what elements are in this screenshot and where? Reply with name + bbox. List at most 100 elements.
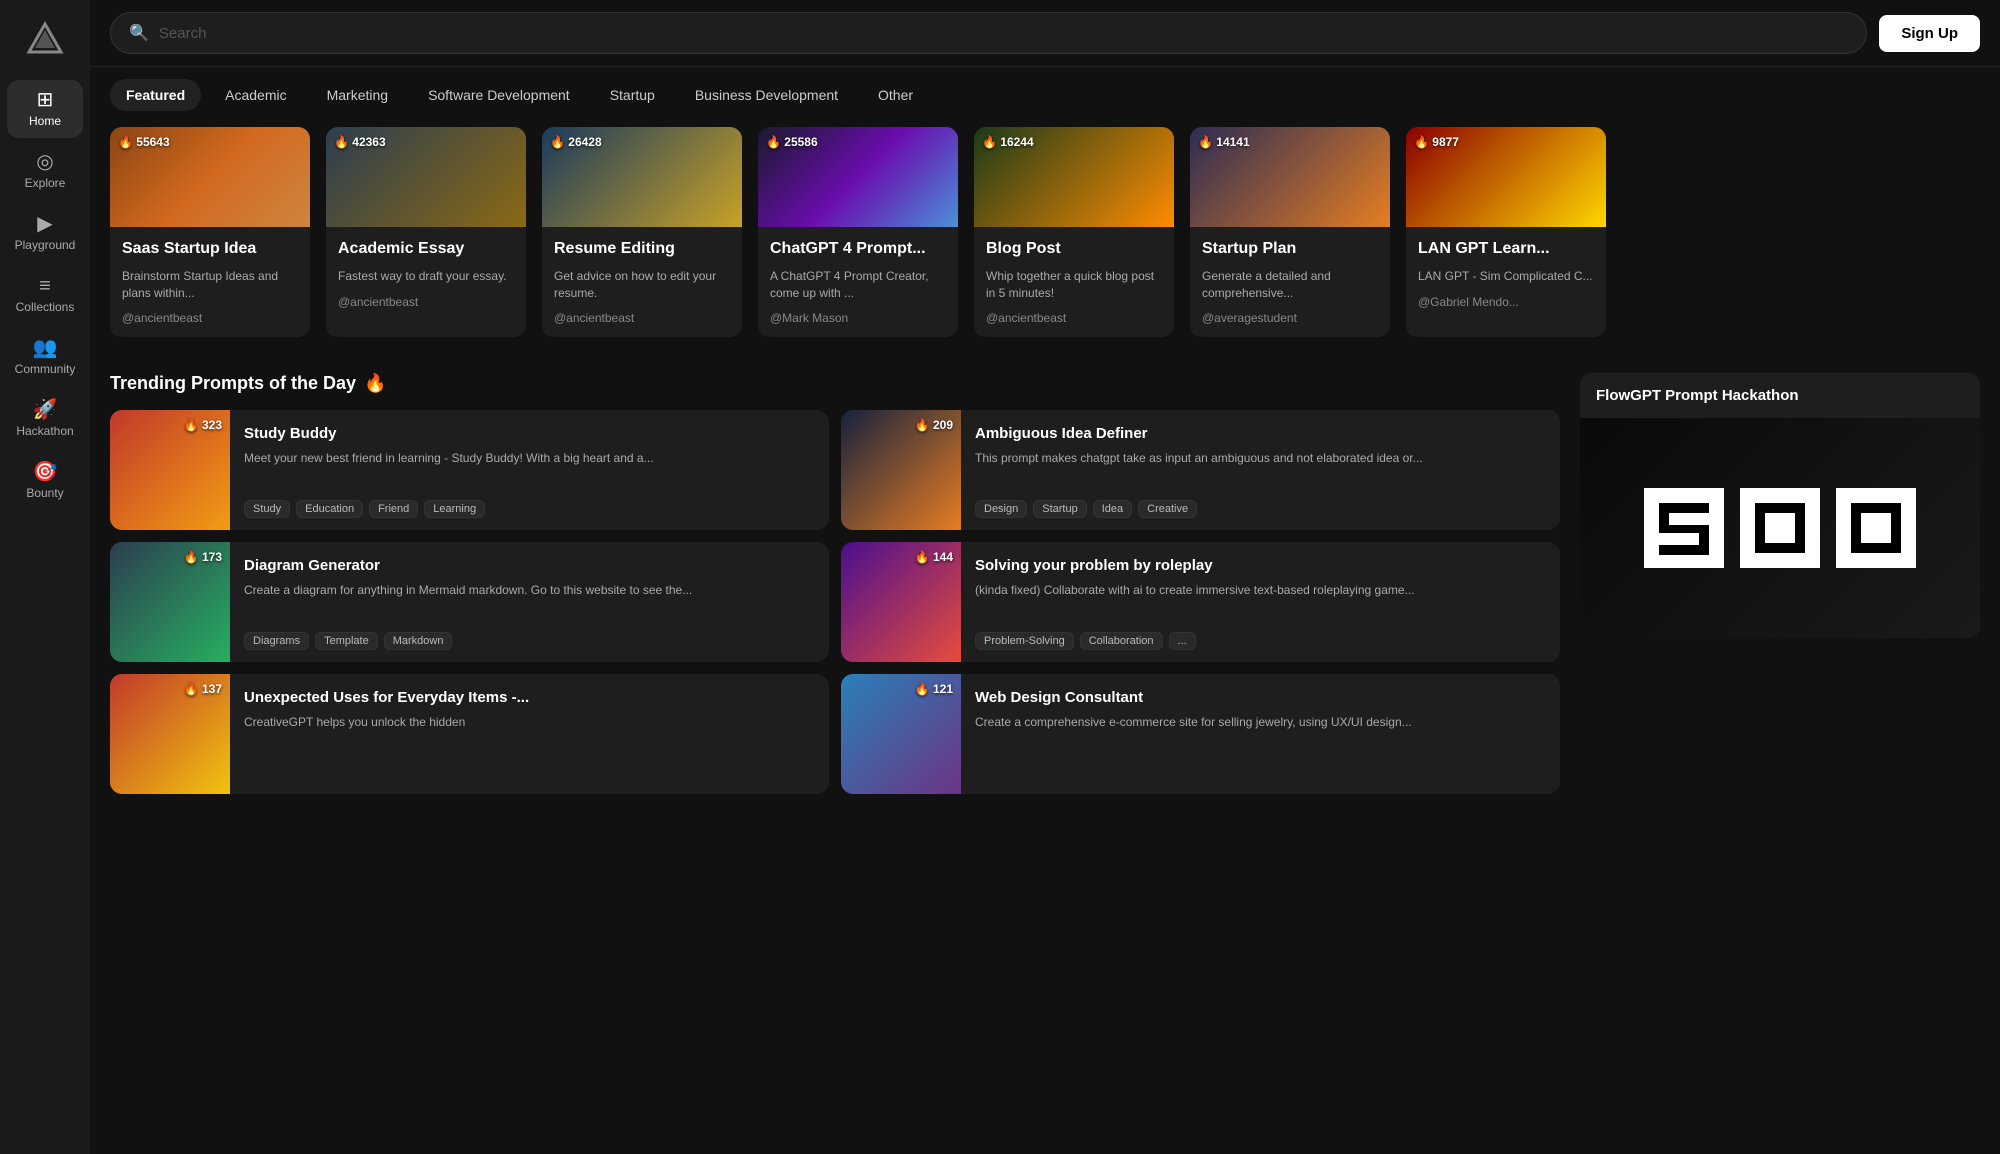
card-author: @ancientbeast: [554, 311, 730, 325]
trending-card-body: Web Design Consultant Create a comprehen…: [961, 674, 1560, 794]
sidebar-item-explore-label: Explore: [25, 176, 66, 190]
trending-fire-count: 🔥 137: [184, 682, 222, 696]
trending-card-image: 🔥 209: [841, 410, 961, 530]
featured-card[interactable]: 🔥 26428 Resume Editing Get advice on how…: [542, 127, 742, 337]
trending-grid: 🔥 323 Study Buddy Meet your new best fri…: [110, 410, 1560, 794]
tag[interactable]: Education: [296, 500, 363, 518]
tab-featured[interactable]: Featured: [110, 79, 201, 111]
card-image: 🔥 9877: [1406, 127, 1606, 227]
playground-icon: ▶: [37, 214, 52, 234]
hackathon-icon: 🚀: [33, 400, 58, 420]
trending-card[interactable]: 🔥 209 Ambiguous Idea Definer This prompt…: [841, 410, 1560, 530]
trending-card-title: Solving your problem by roleplay: [975, 556, 1546, 576]
card-body: Startup Plan Generate a detailed and com…: [1190, 227, 1390, 337]
hackathon-card[interactable]: FlowGPT Prompt Hackathon: [1580, 373, 1980, 638]
tab-other[interactable]: Other: [862, 79, 929, 111]
tab-software-development[interactable]: Software Development: [412, 79, 586, 111]
trending-card-desc: CreativeGPT helps you unlock the hidden: [244, 714, 815, 777]
tag[interactable]: ...: [1169, 632, 1196, 650]
sidebar-item-collections[interactable]: ≡ Collections: [7, 266, 83, 324]
tab-academic[interactable]: Academic: [209, 79, 302, 111]
scroll-content: 🔥 55643 Saas Startup Idea Brainstorm Sta…: [90, 111, 2000, 1154]
sidebar-item-playground[interactable]: ▶ Playground: [7, 204, 83, 262]
tab-business-development[interactable]: Business Development: [679, 79, 854, 111]
trending-card-tags: Problem-Solving Collaboration...: [975, 632, 1546, 650]
home-icon: ⊞: [37, 90, 54, 110]
tag[interactable]: Template: [315, 632, 378, 650]
tag[interactable]: Study: [244, 500, 290, 518]
featured-card[interactable]: 🔥 42363 Academic Essay Fastest way to dr…: [326, 127, 526, 337]
trending-card[interactable]: 🔥 137 Unexpected Uses for Everyday Items…: [110, 674, 829, 794]
trending-card-body: Ambiguous Idea Definer This prompt makes…: [961, 410, 1560, 530]
trending-fire-count: 🔥 173: [184, 550, 222, 564]
search-icon: 🔍: [129, 23, 149, 43]
collections-icon: ≡: [39, 276, 51, 296]
sidebar-item-hackathon[interactable]: 🚀 Hackathon: [7, 390, 83, 448]
card-body: ChatGPT 4 Prompt... A ChatGPT 4 Prompt C…: [758, 227, 958, 337]
trending-card-image: 🔥 173: [110, 542, 230, 662]
sidebar-item-community-label: Community: [15, 362, 76, 376]
trending-row: 🔥 173 Diagram Generator Create a diagram…: [110, 542, 1560, 662]
sidebar-item-community[interactable]: 👥 Community: [7, 328, 83, 386]
sidebar-item-explore[interactable]: ◎ Explore: [7, 142, 83, 200]
trending-card-title: Web Design Consultant: [975, 688, 1546, 708]
trending-card-desc: Create a comprehensive e-commerce site f…: [975, 714, 1546, 777]
trending-card[interactable]: 🔥 173 Diagram Generator Create a diagram…: [110, 542, 829, 662]
tag[interactable]: Idea: [1093, 500, 1132, 518]
trending-card-body: Diagram Generator Create a diagram for a…: [230, 542, 829, 662]
tag[interactable]: Markdown: [384, 632, 453, 650]
trending-card[interactable]: 🔥 144 Solving your problem by roleplay (…: [841, 542, 1560, 662]
trending-card[interactable]: 🔥 323 Study Buddy Meet your new best fri…: [110, 410, 829, 530]
card-description: Get advice on how to edit your resume.: [554, 268, 730, 302]
featured-card[interactable]: 🔥 55643 Saas Startup Idea Brainstorm Sta…: [110, 127, 310, 337]
hackathon-logo-0b: [1836, 488, 1916, 568]
tab-marketing[interactable]: Marketing: [311, 79, 404, 111]
tag[interactable]: Diagrams: [244, 632, 309, 650]
featured-card[interactable]: 🔥 14141 Startup Plan Generate a detailed…: [1190, 127, 1390, 337]
card-description: Fastest way to draft your essay.: [338, 268, 514, 285]
card-image: 🔥 55643: [110, 127, 310, 227]
search-bar[interactable]: 🔍: [110, 12, 1867, 54]
tag[interactable]: Learning: [424, 500, 485, 518]
card-body: Resume Editing Get advice on how to edit…: [542, 227, 742, 337]
featured-card[interactable]: 🔥 16244 Blog Post Whip together a quick …: [974, 127, 1174, 337]
card-author: @ancientbeast: [122, 311, 298, 325]
sidebar-item-bounty[interactable]: 🎯 Bounty: [7, 452, 83, 510]
featured-card[interactable]: 🔥 25586 ChatGPT 4 Prompt... A ChatGPT 4 …: [758, 127, 958, 337]
trending-card-desc: (kinda fixed) Collaborate with ai to cre…: [975, 582, 1546, 627]
trending-card[interactable]: 🔥 121 Web Design Consultant Create a com…: [841, 674, 1560, 794]
card-description: Brainstorm Startup Ideas and plans withi…: [122, 268, 298, 302]
card-image: 🔥 42363: [326, 127, 526, 227]
tag[interactable]: Creative: [1138, 500, 1197, 518]
card-author: @Mark Mason: [770, 311, 946, 325]
card-description: Whip together a quick blog post in 5 min…: [986, 268, 1162, 302]
trending-card-tags: Diagrams Template Markdown: [244, 632, 815, 650]
trending-card-image: 🔥 323: [110, 410, 230, 530]
tag[interactable]: Friend: [369, 500, 418, 518]
trending-emoji: 🔥: [364, 373, 386, 394]
tag[interactable]: Problem-Solving: [975, 632, 1074, 650]
card-fire-count: 🔥 42363: [334, 135, 386, 149]
tag[interactable]: Design: [975, 500, 1027, 518]
trending-section: Trending Prompts of the Day 🔥 🔥 323 Stud…: [110, 373, 1560, 794]
featured-card[interactable]: 🔥 9877 LAN GPT Learn... LAN GPT - Sim Co…: [1406, 127, 1606, 337]
trending-card-tags: Study Education Friend Learning: [244, 500, 815, 518]
sidebar-item-home[interactable]: ⊞ Home: [7, 80, 83, 138]
two-column-layout: Trending Prompts of the Day 🔥 🔥 323 Stud…: [110, 373, 1980, 794]
trending-card-image: 🔥 144: [841, 542, 961, 662]
hackathon-logo-0: [1740, 488, 1820, 568]
app-logo[interactable]: [21, 16, 69, 64]
search-input[interactable]: [159, 25, 1848, 42]
card-fire-count: 🔥 14141: [1198, 135, 1250, 149]
card-title: Resume Editing: [554, 239, 730, 260]
tag[interactable]: Collaboration: [1080, 632, 1163, 650]
trending-title: Trending Prompts of the Day 🔥: [110, 373, 1560, 394]
tag[interactable]: Startup: [1033, 500, 1086, 518]
card-title: Blog Post: [986, 239, 1162, 260]
signup-button[interactable]: Sign Up: [1879, 15, 1980, 52]
card-author: @ancientbeast: [986, 311, 1162, 325]
tab-startup[interactable]: Startup: [594, 79, 671, 111]
category-tabs: Featured Academic Marketing Software Dev…: [90, 67, 2000, 111]
trending-card-image: 🔥 137: [110, 674, 230, 794]
card-image: 🔥 25586: [758, 127, 958, 227]
